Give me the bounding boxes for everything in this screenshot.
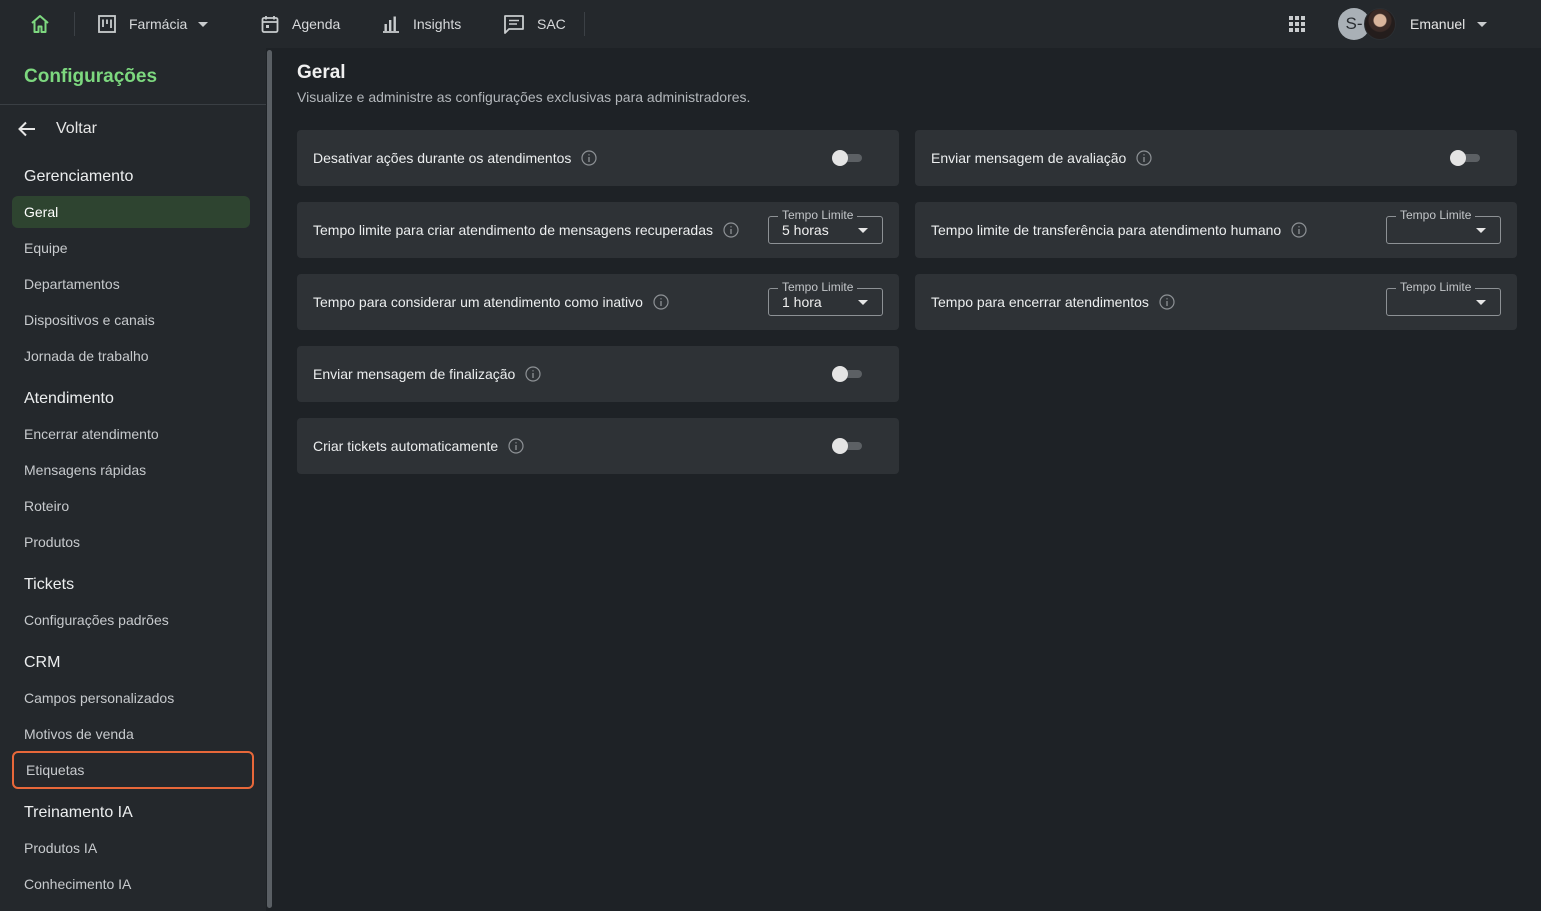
nav-insights-label: Insights [413, 16, 462, 32]
apps-grid-icon[interactable] [1286, 13, 1308, 35]
toggle-switch[interactable] [832, 438, 864, 454]
info-icon[interactable] [581, 150, 597, 166]
user-photo-avatar [1364, 8, 1396, 40]
dropdown-arrow-icon [858, 228, 868, 233]
back-button[interactable]: Voltar [16, 116, 97, 142]
nav-sac-label: SAC [537, 16, 566, 32]
toggle-switch[interactable] [832, 366, 864, 382]
sidebar-divider [0, 104, 266, 105]
chevron-down-icon[interactable] [1476, 18, 1488, 30]
toggle-switch[interactable] [832, 150, 864, 166]
setting-card-criar-tickets: Criar tickets automaticamente [297, 418, 899, 474]
nav-sac[interactable]: SAC [503, 0, 566, 48]
setting-card-mensagem-avaliacao: Enviar mensagem de avaliação [915, 130, 1517, 186]
sidebar-item-geral[interactable]: Geral [12, 196, 250, 228]
chevron-down-icon [198, 22, 209, 27]
home-icon[interactable] [28, 12, 52, 36]
tempo-limite-select[interactable]: Tempo Limite 1 hora [768, 280, 883, 316]
sidebar-item-departamentos[interactable]: Departamentos [12, 268, 250, 300]
page-title: Geral [297, 62, 346, 83]
sidebar-item-conhecimento-ia[interactable]: Conhecimento IA [12, 868, 250, 900]
nav-agenda[interactable]: Agenda [260, 0, 340, 48]
sidebar-item-campos-personalizados[interactable]: Campos personalizados [12, 682, 250, 714]
chat-message-icon [504, 15, 524, 34]
setting-label: Desativar ações durante os atendimentos [313, 150, 572, 166]
setting-label: Tempo limite de transferência para atend… [931, 222, 1282, 238]
sidebar-item-produtos[interactable]: Produtos [12, 526, 250, 558]
sidebar-item-dispositivos-e-canais[interactable]: Dispositivos e canais [12, 304, 250, 336]
sidebar-item-equipe[interactable]: Equipe [12, 232, 250, 264]
select-legend: Tempo Limite [1396, 208, 1476, 222]
section-title-atendimento: Atendimento [24, 390, 114, 407]
sidebar-item-motivos-de-venda[interactable]: Motivos de venda [12, 718, 250, 750]
setting-card-encerrar-atendimentos: Tempo para encerrar atendimentos Tempo L… [915, 274, 1517, 330]
setting-label: Criar tickets automaticamente [313, 438, 499, 454]
section-title-gerenciamento: Gerenciamento [24, 168, 134, 185]
page-subtitle: Visualize e administre as configurações … [297, 89, 751, 105]
sidebar-scrollbar-thumb[interactable] [267, 50, 272, 908]
sidebar-item-etiquetas[interactable]: Etiquetas [12, 751, 254, 789]
section-title-treinamento-ia: Treinamento IA [24, 804, 133, 821]
nav-farmacia[interactable]: Farmácia [97, 0, 209, 48]
bar-chart-icon [383, 16, 399, 33]
info-icon[interactable] [525, 366, 541, 382]
sidebar-item-mensagens-rapidas[interactable]: Mensagens rápidas [12, 454, 250, 486]
sidebar-title: Configurações [24, 66, 158, 87]
tempo-limite-select[interactable]: Tempo Limite [1386, 208, 1501, 244]
nav-divider [584, 12, 585, 36]
info-icon[interactable] [723, 222, 739, 238]
sidebar-item-encerrar-atendimento[interactable]: Encerrar atendimento [12, 418, 250, 450]
sidebar-item-jornada-de-trabalho[interactable]: Jornada de trabalho [12, 340, 250, 372]
nav-agenda-label: Agenda [292, 16, 341, 32]
setting-card-mensagem-finalizacao: Enviar mensagem de finalização [297, 346, 899, 402]
section-title-crm: CRM [24, 654, 61, 671]
dropdown-arrow-icon [1476, 300, 1486, 305]
sidebar-item-produtos-ia[interactable]: Produtos IA [12, 832, 250, 864]
user-name[interactable]: Emanuel [1410, 0, 1465, 48]
arrow-left-icon [18, 121, 35, 137]
toggle-switch[interactable] [1450, 150, 1482, 166]
setting-card-desativar-acoes: Desativar ações durante os atendimentos [297, 130, 899, 186]
nav-divider [74, 12, 75, 36]
tempo-limite-select[interactable]: Tempo Limite 5 horas [768, 208, 883, 244]
select-legend: Tempo Limite [778, 280, 858, 294]
user-avatar-group[interactable]: S- [1338, 8, 1396, 40]
info-icon[interactable] [653, 294, 669, 310]
section-title-tickets: Tickets [24, 576, 75, 593]
calendar-icon [261, 16, 279, 33]
info-icon[interactable] [1291, 222, 1307, 238]
setting-label: Enviar mensagem de avaliação [931, 150, 1127, 166]
back-label: Voltar [56, 120, 97, 137]
setting-card-transferencia-atendimento-humano: Tempo limite de transferência para atend… [915, 202, 1517, 258]
select-value: 1 hora [782, 294, 822, 310]
info-icon[interactable] [1159, 294, 1175, 310]
setting-label: Tempo para encerrar atendimentos [931, 294, 1149, 310]
settings-sidebar: Configurações Voltar Gerenciamento Geral… [0, 48, 266, 911]
setting-label: Tempo limite para criar atendimento de m… [313, 222, 713, 238]
select-value: 5 horas [782, 222, 829, 238]
nav-farmacia-label: Farmácia [129, 16, 188, 32]
select-legend: Tempo Limite [1396, 280, 1476, 294]
kanban-board-icon [98, 15, 116, 33]
setting-label: Tempo para considerar um atendimento com… [313, 294, 643, 310]
sidebar-item-roteiro[interactable]: Roteiro [12, 490, 250, 522]
setting-label: Enviar mensagem de finalização [313, 366, 516, 382]
top-navigation-bar: Farmácia Agenda Insights SAC S- Emanuel [0, 0, 1541, 48]
select-legend: Tempo Limite [778, 208, 858, 222]
sidebar-item-configuracoes-padroes[interactable]: Configurações padrões [12, 604, 250, 636]
setting-card-atendimento-inativo: Tempo para considerar um atendimento com… [297, 274, 899, 330]
info-icon[interactable] [1136, 150, 1152, 166]
tempo-limite-select[interactable]: Tempo Limite [1386, 280, 1501, 316]
nav-insights[interactable]: Insights [381, 0, 461, 48]
info-icon[interactable] [508, 438, 524, 454]
setting-card-tempo-limite-mensagens-recuperadas: Tempo limite para criar atendimento de m… [297, 202, 899, 258]
dropdown-arrow-icon [1476, 228, 1486, 233]
dropdown-arrow-icon [858, 300, 868, 305]
